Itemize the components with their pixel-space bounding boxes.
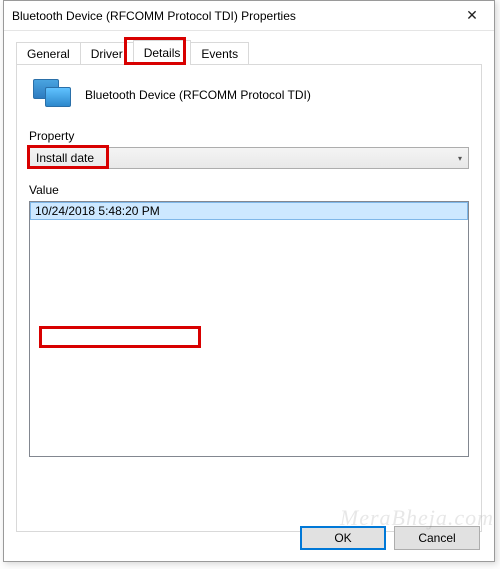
dialog-buttons: OK Cancel bbox=[300, 526, 480, 550]
ok-button[interactable]: OK bbox=[300, 526, 386, 550]
ok-button-label: OK bbox=[334, 531, 351, 545]
titlebar: Bluetooth Device (RFCOMM Protocol TDI) P… bbox=[4, 1, 494, 31]
tab-general-label: General bbox=[27, 47, 70, 61]
device-name: Bluetooth Device (RFCOMM Protocol TDI) bbox=[85, 88, 311, 102]
value-item[interactable]: 10/24/2018 5:48:20 PM bbox=[30, 202, 468, 220]
cancel-button-label: Cancel bbox=[418, 531, 455, 545]
tab-general[interactable]: General bbox=[16, 42, 81, 64]
tab-details[interactable]: Details bbox=[133, 40, 192, 65]
tabstrip: General Driver Details Events bbox=[16, 41, 482, 64]
property-selected: Install date bbox=[36, 151, 94, 165]
cancel-button[interactable]: Cancel bbox=[394, 526, 480, 550]
value-listbox[interactable]: 10/24/2018 5:48:20 PM bbox=[29, 201, 469, 457]
value-label: Value bbox=[29, 183, 469, 197]
tab-events-label: Events bbox=[201, 47, 238, 61]
device-icon bbox=[33, 79, 73, 111]
chevron-down-icon: ▾ bbox=[458, 154, 462, 163]
close-button[interactable]: ✕ bbox=[450, 1, 494, 30]
device-header: Bluetooth Device (RFCOMM Protocol TDI) bbox=[29, 79, 469, 111]
window-title: Bluetooth Device (RFCOMM Protocol TDI) P… bbox=[12, 9, 296, 23]
properties-window: Bluetooth Device (RFCOMM Protocol TDI) P… bbox=[3, 0, 495, 562]
property-dropdown[interactable]: Install date ▾ bbox=[29, 147, 469, 169]
value-item-text: 10/24/2018 5:48:20 PM bbox=[35, 204, 160, 218]
tab-driver-label: Driver bbox=[91, 47, 123, 61]
property-label: Property bbox=[29, 129, 469, 143]
tab-panel: Bluetooth Device (RFCOMM Protocol TDI) P… bbox=[16, 64, 482, 532]
close-icon: ✕ bbox=[466, 7, 478, 24]
tab-events[interactable]: Events bbox=[190, 42, 249, 64]
tab-details-label: Details bbox=[144, 46, 181, 60]
tab-driver[interactable]: Driver bbox=[80, 42, 134, 64]
